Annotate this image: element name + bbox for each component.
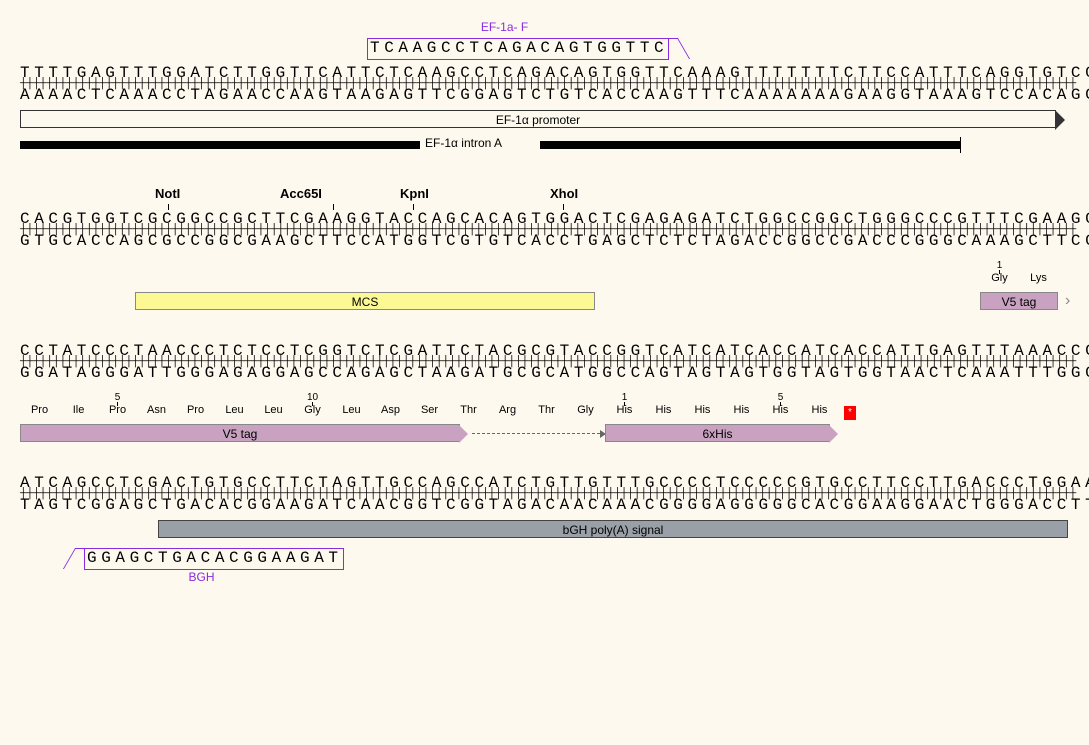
- seq-bottom-1: AAAACTCAAACCTAGAACCAAGTAAGAGTTCGGAGTCTGT…: [20, 86, 1069, 104]
- stop-codon: *: [844, 406, 856, 420]
- sequence-block-2: NotI Acc65I KpnI XhoI CACGTGGTCGCGGCCGCT…: [20, 186, 1069, 312]
- enzyme-kpnI: KpnI: [400, 186, 429, 201]
- v5-tag-feature-start: V5 tag: [980, 292, 1058, 310]
- primer-ef1a-f-seq: TCAAGCCTCAGACAGTGGTTC: [367, 38, 669, 60]
- v5-tag-feature: V5 tag: [20, 424, 460, 442]
- sequence-block-1: EF-1a- F TCAAGCCTCAGACAGTGGTTC TTTTGAGTT…: [20, 20, 1069, 156]
- aa-pro-4: Pro: [176, 404, 215, 416]
- enzyme-acc65I: Acc65I: [280, 186, 322, 201]
- aa-gly: Gly: [980, 272, 1019, 284]
- aa-pro-2: Pro: [98, 404, 137, 416]
- bgh-polya-feature: bGH poly(A) signal: [158, 520, 1068, 538]
- aa-asn-3: Asn: [137, 404, 176, 416]
- aa-gly-14: Gly: [566, 404, 605, 416]
- aa-gly-7: Gly: [293, 404, 332, 416]
- aa-arg-12: Arg: [488, 404, 527, 416]
- aa-thr-11: Thr: [449, 404, 488, 416]
- enzyme-xhoI: XhoI: [550, 186, 578, 201]
- aa-asp-9: Asp: [371, 404, 410, 416]
- aa-his-17: His: [683, 404, 722, 416]
- ef1a-promoter-feature: EF-1α promoter: [20, 110, 1056, 128]
- seq-bottom-4: TAGTCGGAGCTGACACGGAAGATCAACGGTCGGTAGACAA…: [20, 496, 1069, 514]
- ef1a-intron-feature: [20, 141, 420, 149]
- linker-arrow-icon: [472, 433, 600, 434]
- seq-bottom-3: GGATAGGGATTGGGAGAGGAGCCAGAGCTAAGATGCGCAT…: [20, 364, 1069, 382]
- aa-leu-5: Leu: [215, 404, 254, 416]
- aa-leu-6: Leu: [254, 404, 293, 416]
- primer-bgh-seq: GGAGCTGACACGGAAGAT: [84, 548, 344, 570]
- aa-ser-10: Ser: [410, 404, 449, 416]
- aa-thr-13: Thr: [527, 404, 566, 416]
- aa-his-15: His: [605, 404, 644, 416]
- aa-his-19: His: [761, 404, 800, 416]
- 6xhis-tag-feature: 6xHis: [605, 424, 830, 442]
- aa-his-20: His: [800, 404, 839, 416]
- aa-ile-1: Ile: [59, 404, 98, 416]
- aa-lys: Lys: [1019, 272, 1058, 284]
- primer-bgh-label: BGH: [84, 570, 319, 584]
- seq-bottom-2: GTGCACCAGCGCCGGCGAAGCTTCCATGGTCGTGTCACCT…: [20, 232, 1069, 250]
- mcs-feature: MCS: [135, 292, 595, 310]
- enzyme-notI: NotI: [155, 186, 180, 201]
- aa-his-16: His: [644, 404, 683, 416]
- aa-his-18: His: [722, 404, 761, 416]
- sequence-block-4: ATCAGCCTCGACTGTGCCTTCTAGTTGCCAGCCATCTGTT…: [20, 474, 1069, 588]
- aa-pro-0: Pro: [20, 404, 59, 416]
- ef1a-intron-label: EF-1α intron A: [425, 136, 502, 150]
- aa-leu-8: Leu: [332, 404, 371, 416]
- continuation-arrow-icon: ›: [1065, 292, 1070, 310]
- aa-number-row: 5 10 1 5: [20, 392, 1069, 404]
- primer-ef1a-f-label: EF-1a- F: [367, 20, 642, 34]
- sequence-block-3: CCTATCCCTAACCCTCTCCTCGGTCTCGATTCTACGCGTA…: [20, 342, 1069, 444]
- aa-translation-row: ProIleProAsnProLeuLeuGlyLeuAspSerThrArgT…: [20, 404, 1069, 420]
